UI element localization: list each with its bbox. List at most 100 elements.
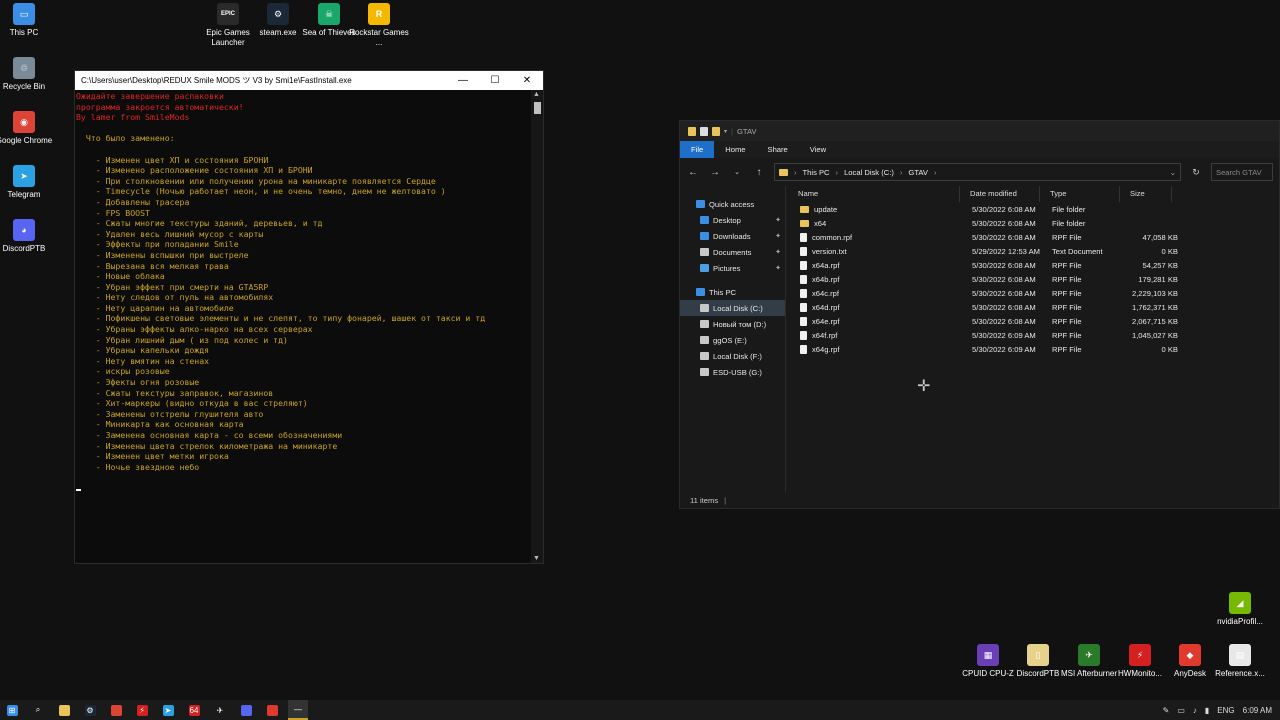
up-icon[interactable]: ↑ bbox=[752, 167, 766, 178]
taskbar-telegram[interactable]: ➤ bbox=[158, 700, 178, 720]
refresh-icon[interactable]: ↻ bbox=[1189, 167, 1203, 178]
volume-icon[interactable]: ♪ bbox=[1193, 706, 1197, 715]
file-row[interactable]: common.rpf 5/30/2022 6:08 AM RPF File 47,05… bbox=[788, 230, 1279, 244]
file-type: RPF File bbox=[1052, 260, 1082, 270]
taskbar-explorer[interactable] bbox=[54, 700, 74, 720]
taskbar-console[interactable]: — bbox=[288, 700, 308, 720]
sidebar-item-documents[interactable]: Documents ✦ bbox=[680, 244, 785, 260]
tab-home[interactable]: Home bbox=[714, 141, 756, 158]
pin-icon[interactable]: ✦ bbox=[775, 248, 781, 256]
console-line: - Нету следов от пуль на автомобилях bbox=[76, 292, 274, 303]
file-row[interactable]: x64e.rpf 5/30/2022 6:08 AM RPF File 2,067,7… bbox=[788, 314, 1279, 328]
power-icon[interactable]: ▮ bbox=[1205, 706, 1209, 715]
breadcrumb-separator-icon[interactable]: › bbox=[794, 168, 797, 177]
console-titlebar[interactable]: C:\Users\user\Desktop\REDUX Smile MODS ツ… bbox=[75, 71, 543, 90]
desktop-icon-rockstar-games[interactable]: R Rockstar Games ... bbox=[347, 3, 411, 48]
desktop-icon-nvidiaprofil[interactable]: ◢ nvidiaProfil... bbox=[1208, 592, 1272, 627]
breadcrumb-this-pc[interactable]: This PC bbox=[803, 168, 830, 177]
taskbar-hwmonitor[interactable]: ⚡ bbox=[132, 700, 152, 720]
clock[interactable]: 6:09 AM bbox=[1243, 706, 1272, 715]
file-row[interactable]: x64a.rpf 5/30/2022 6:08 AM RPF File 54,257 … bbox=[788, 258, 1279, 272]
breadcrumb-separator-icon[interactable]: › bbox=[934, 168, 937, 177]
taskbar-steam[interactable]: ⚙ bbox=[80, 700, 100, 720]
new-folder-icon[interactable] bbox=[712, 126, 720, 136]
file-name: x64g.rpf bbox=[812, 344, 840, 354]
taskbar-afterburner[interactable]: ✈ bbox=[210, 700, 230, 720]
file-row[interactable]: update 5/30/2022 6:08 AM File folder bbox=[788, 202, 1279, 216]
file-row[interactable]: x64g.rpf 5/30/2022 6:09 AM RPF File 0 KB bbox=[788, 342, 1279, 356]
desktop-icon-this-pc[interactable]: ▭ This PC bbox=[0, 3, 56, 38]
properties-icon[interactable] bbox=[700, 126, 708, 136]
explorer-window[interactable]: ▾ | GTAV File Home Share View ← → ⌄ ↑ › This… bbox=[679, 120, 1280, 509]
column-header-size[interactable]: Size bbox=[1120, 186, 1172, 202]
quick-access-dropdown-icon[interactable]: ▾ bbox=[724, 128, 727, 135]
breadcrumb-gtav[interactable]: GTAV bbox=[908, 168, 928, 177]
reference-x-icon: ▤ bbox=[1229, 644, 1251, 666]
sidebar-item-quick-access[interactable]: Quick access bbox=[680, 196, 785, 212]
breadcrumb-local-disk-c[interactable]: Local Disk (C:) bbox=[844, 168, 894, 177]
desktop-icon-recycle-bin[interactable]: ♲ Recycle Bin bbox=[0, 57, 56, 92]
taskbar-anydesk[interactable] bbox=[262, 700, 282, 720]
scroll-up-icon[interactable]: ▲ bbox=[533, 91, 540, 98]
sidebar-item-downloads[interactable]: Downloads ✦ bbox=[680, 228, 785, 244]
console-window[interactable]: C:\Users\user\Desktop\REDUX Smile MODS ツ… bbox=[74, 70, 544, 564]
console-scrollbar[interactable]: ▲ ▼ bbox=[531, 90, 543, 563]
taskbar-start[interactable]: ⊞ bbox=[2, 700, 22, 720]
language-indicator[interactable]: ENG bbox=[1217, 706, 1234, 715]
sidebar-item-pictures[interactable]: Pictures ✦ bbox=[680, 260, 785, 276]
explorer-titlebar[interactable]: ▾ | GTAV bbox=[680, 121, 1279, 141]
navigation-pane: Quick access Desktop ✦ Downloads ✦ Documents ✦… bbox=[680, 186, 786, 492]
close-icon[interactable]: ✕ bbox=[511, 75, 543, 86]
console-line: - Нету вмятин на стенах bbox=[76, 355, 210, 366]
address-dropdown-icon[interactable]: ⌄ bbox=[1170, 168, 1176, 177]
tab-share[interactable]: Share bbox=[757, 141, 799, 158]
minimize-icon[interactable]: — bbox=[447, 75, 479, 86]
pin-icon[interactable]: ✦ bbox=[775, 216, 781, 224]
file-date: 5/30/2022 6:08 AM bbox=[972, 316, 1036, 326]
console-line: - Изменен цвет ХП и состояния БРОНИ bbox=[76, 154, 269, 165]
sidebar-item-this-pc[interactable]: This PC bbox=[680, 284, 785, 300]
address-bar[interactable]: › This PC › Local Disk (C:) › GTAV › ⌄ bbox=[774, 163, 1181, 181]
desktop-icon-reference-x[interactable]: ▤ Reference.x... bbox=[1208, 644, 1272, 679]
file-row[interactable]: x64 5/30/2022 6:08 AM File folder bbox=[788, 216, 1279, 230]
taskbar-search[interactable]: ⌕ bbox=[28, 700, 48, 720]
sidebar-item-desktop[interactable]: Desktop ✦ bbox=[680, 212, 785, 228]
scroll-thumb[interactable] bbox=[534, 102, 541, 114]
desktop-icon-discordptb[interactable]: ◕ DiscordPTB bbox=[0, 219, 56, 254]
search-input[interactable]: Search GTAV bbox=[1211, 163, 1273, 181]
column-header-name[interactable]: Name bbox=[788, 186, 960, 202]
taskbar-cpu-z[interactable]: 64 bbox=[184, 700, 204, 720]
breadcrumb-separator-icon[interactable]: › bbox=[900, 168, 903, 177]
tab-file[interactable]: File bbox=[680, 141, 715, 158]
taskbar-discord[interactable] bbox=[236, 700, 256, 720]
pen-icon[interactable]: ✎ bbox=[1163, 706, 1170, 715]
desktop-icon-label: Rockstar Games ... bbox=[349, 28, 409, 47]
tab-view[interactable]: View bbox=[799, 141, 837, 158]
file-row[interactable]: x64f.rpf 5/30/2022 6:09 AM RPF File 1,045,0… bbox=[788, 328, 1279, 342]
desktop-icon-telegram[interactable]: ➤ Telegram bbox=[0, 165, 56, 200]
taskbar-chrome[interactable] bbox=[106, 700, 126, 720]
breadcrumb-separator-icon[interactable]: › bbox=[836, 168, 839, 177]
forward-icon[interactable]: → bbox=[708, 167, 722, 178]
sidebar-item-esd-usb-g[interactable]: ESD-USB (G:) bbox=[680, 364, 785, 380]
console-line: - Нету царапин на автомобиле bbox=[76, 302, 234, 313]
sidebar-item-ggos-e[interactable]: ggOS (E:) bbox=[680, 332, 785, 348]
sidebar-item-d[interactable]: Новый том (D:) bbox=[680, 316, 785, 332]
file-row[interactable]: version.txt 5/29/2022 12:53 AM Text Docume… bbox=[788, 244, 1279, 258]
scroll-down-icon[interactable]: ▼ bbox=[533, 555, 540, 562]
file-row[interactable]: x64d.rpf 5/30/2022 6:08 AM RPF File 1,762,3… bbox=[788, 300, 1279, 314]
pin-icon[interactable]: ✦ bbox=[775, 264, 781, 272]
column-header-type[interactable]: Type bbox=[1040, 186, 1120, 202]
sidebar-item-local-disk-f[interactable]: Local Disk (F:) bbox=[680, 348, 785, 364]
back-icon[interactable]: ← bbox=[686, 167, 700, 178]
maximize-icon[interactable]: ☐ bbox=[479, 75, 511, 86]
file-row[interactable]: x64b.rpf 5/30/2022 6:08 AM RPF File 179,281… bbox=[788, 272, 1279, 286]
column-header-date-modified[interactable]: Date modified bbox=[960, 186, 1040, 202]
sidebar-item-local-disk-c[interactable]: Local Disk (C:) bbox=[680, 300, 785, 316]
desktop-icon-google-chrome[interactable]: ◉ Google Chrome bbox=[0, 111, 56, 146]
network-icon[interactable]: ▭ bbox=[1177, 706, 1185, 715]
file-row[interactable]: x64c.rpf 5/30/2022 6:08 AM RPF File 2,229,1… bbox=[788, 286, 1279, 300]
recent-locations-icon[interactable]: ⌄ bbox=[730, 168, 744, 176]
pin-icon[interactable]: ✦ bbox=[775, 232, 781, 240]
file-type: RPF File bbox=[1052, 274, 1082, 284]
